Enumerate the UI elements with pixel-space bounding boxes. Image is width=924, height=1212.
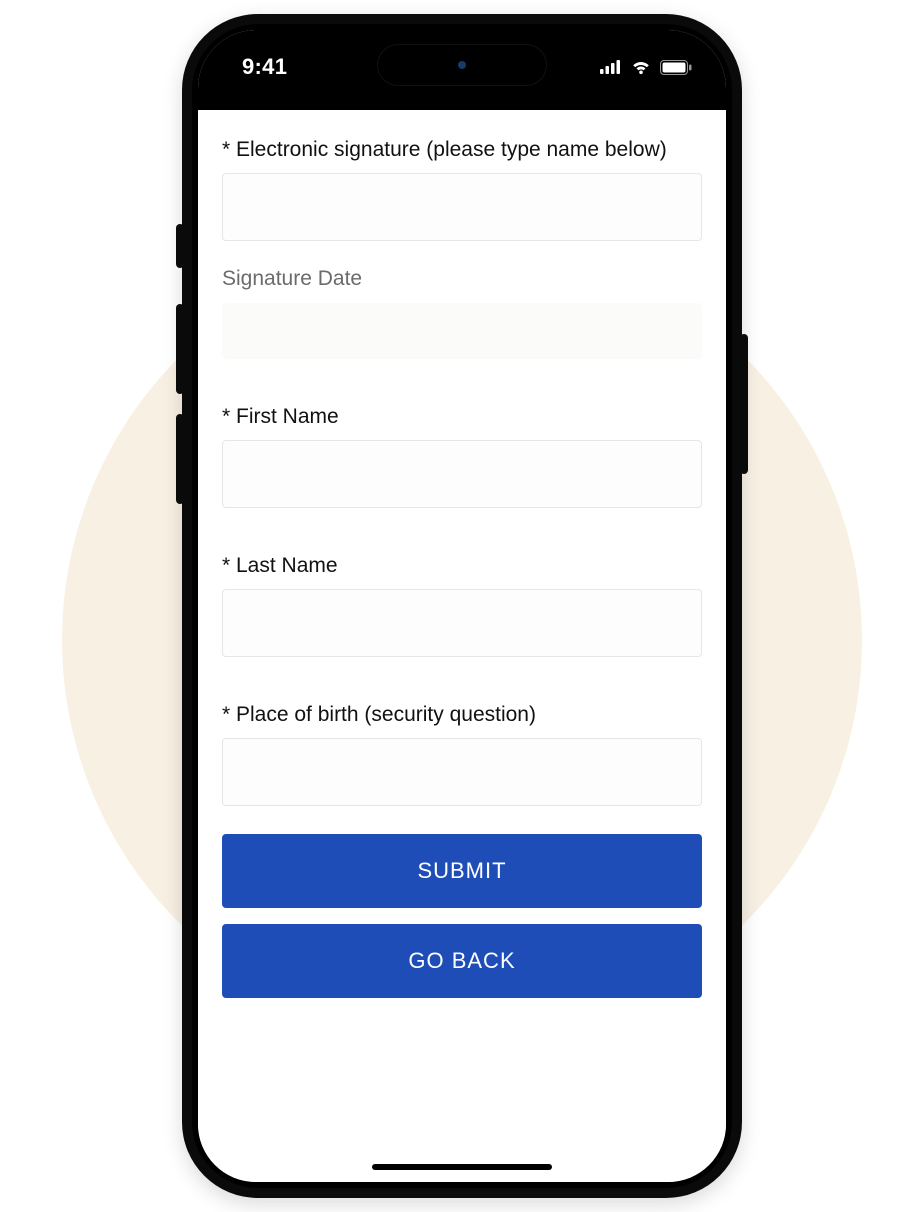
signature-date-input[interactable] <box>222 303 702 359</box>
signature-date-label: Signature Date <box>222 265 702 292</box>
wifi-icon <box>630 59 652 75</box>
side-button-volume-up <box>176 304 184 394</box>
cellular-signal-icon <box>600 60 622 74</box>
last-name-label: * Last Name <box>222 552 702 579</box>
home-indicator[interactable] <box>372 1164 552 1170</box>
place-of-birth-input[interactable] <box>222 738 702 806</box>
last-name-input[interactable] <box>222 589 702 657</box>
electronic-signature-label: * Electronic signature (please type name… <box>222 136 702 163</box>
side-button-power <box>740 334 748 474</box>
phone-frame: 9:41 <box>182 14 742 1198</box>
go-back-button[interactable]: GO BACK <box>222 924 702 998</box>
status-bar: 9:41 <box>198 30 726 110</box>
place-of-birth-label: * Place of birth (security question) <box>222 701 702 728</box>
phone-screen: 9:41 <box>198 30 726 1182</box>
battery-icon <box>660 60 692 75</box>
side-button-volume-down <box>176 414 184 504</box>
form-content: * Electronic signature (please type name… <box>198 110 726 1182</box>
first-name-input[interactable] <box>222 440 702 508</box>
submit-button[interactable]: SUBMIT <box>222 834 702 908</box>
electronic-signature-input[interactable] <box>222 173 702 241</box>
side-button-silent <box>176 224 184 268</box>
status-time: 9:41 <box>242 54 287 80</box>
dynamic-island <box>377 44 547 86</box>
first-name-label: * First Name <box>222 403 702 430</box>
